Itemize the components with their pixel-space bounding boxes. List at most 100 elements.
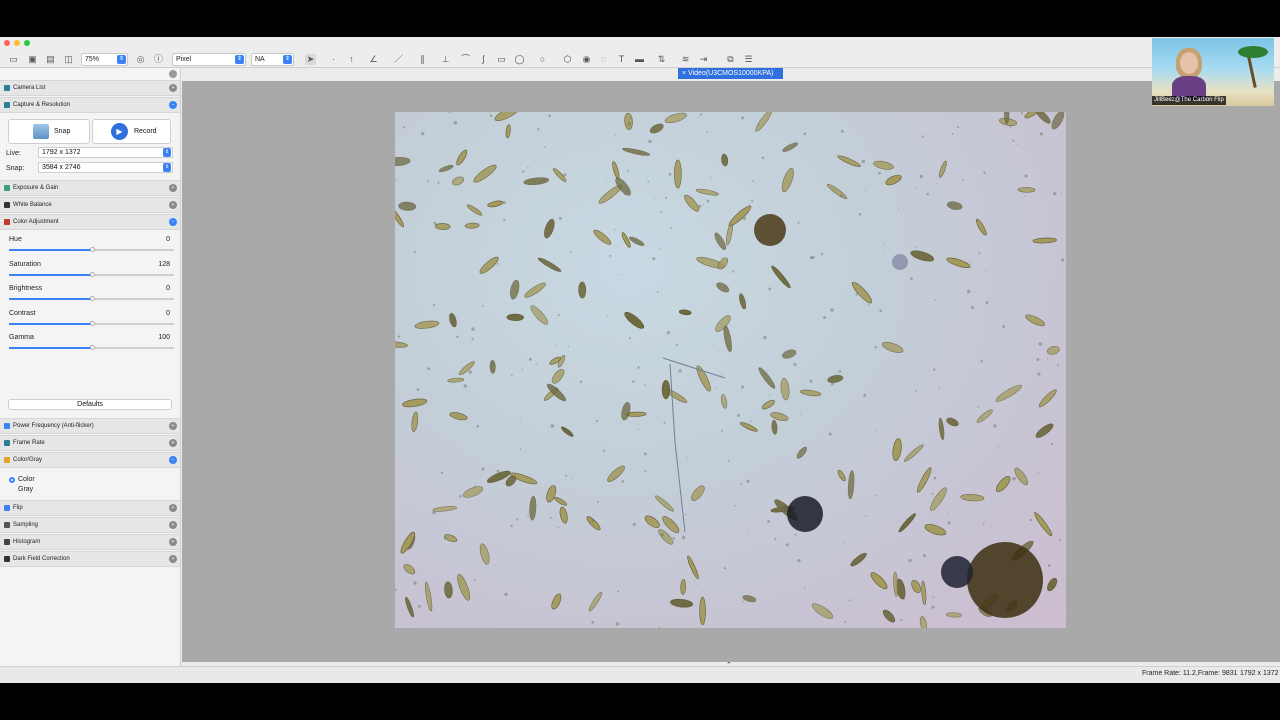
chevron-updown-icon: ⇕ xyxy=(163,163,171,172)
collapse-icon[interactable]: − xyxy=(169,456,177,464)
expand-icon[interactable]: + xyxy=(169,184,177,192)
align-icon[interactable]: ☰ xyxy=(743,54,754,65)
gray-mode-label[interactable]: Gray xyxy=(18,486,33,493)
zoom-select[interactable]: 75% ⇕ xyxy=(81,53,128,66)
close-window-icon[interactable] xyxy=(4,40,10,46)
export-icon[interactable]: ⇥ xyxy=(698,54,709,65)
tab-close-icon[interactable]: × xyxy=(682,70,686,77)
chevron-updown-icon: ⇕ xyxy=(117,55,126,64)
histogram-icon xyxy=(4,539,10,545)
ring-tool-icon[interactable]: ◌ xyxy=(598,54,609,65)
expand-icon[interactable]: + xyxy=(169,422,177,430)
snap-resolution-select[interactable]: 3584 x 2746 ⇕ xyxy=(38,162,173,173)
record-play-icon: ▶ xyxy=(111,123,128,140)
section-power-frequency-label: Power Frequency (Anti-flicker) xyxy=(13,423,94,429)
adjust-label-contrast: Contrast xyxy=(9,309,36,317)
status-bar: Frame Rate: 11.2,Frame: 9831 1792 x 1372 xyxy=(0,666,1280,683)
calibrate-tool-icon[interactable]: ⇅ xyxy=(656,54,667,65)
adjust-slider-brightness[interactable] xyxy=(9,296,174,301)
copy-icon[interactable]: ⧉ xyxy=(725,54,736,65)
curve-tool-icon[interactable]: ∫ xyxy=(478,54,489,65)
ellipse-tool-icon[interactable]: ◯ xyxy=(514,54,525,65)
color-gray-icon xyxy=(4,457,10,463)
fit-view-icon[interactable]: ◎ xyxy=(135,54,146,65)
diatom-specimen-image xyxy=(395,112,1065,628)
rectangle-tool-icon[interactable]: ▭ xyxy=(496,54,507,65)
section-color-adjustment-label: Color Adjustment xyxy=(13,219,59,225)
section-white-balance[interactable]: White Balance + xyxy=(0,197,180,213)
info-icon[interactable]: ⓘ xyxy=(153,54,164,65)
magnification-select[interactable]: NA ⇕ xyxy=(251,53,294,66)
slider-knob[interactable] xyxy=(89,296,95,301)
pointer-tool-icon[interactable]: ➤ xyxy=(305,54,316,65)
exposure-icon xyxy=(4,185,10,191)
section-sampling[interactable]: Sampling + xyxy=(0,517,180,533)
collapse-icon[interactable]: − xyxy=(169,218,177,226)
camera-list-icon xyxy=(4,85,10,91)
snap-camera-icon xyxy=(33,124,49,139)
slider-knob[interactable] xyxy=(89,247,95,252)
collapse-icon[interactable]: − xyxy=(169,101,177,109)
adjust-slider-hue[interactable] xyxy=(9,247,174,252)
target-tool-icon[interactable]: ◉ xyxy=(581,54,592,65)
polygon-tool-icon[interactable]: ⬡ xyxy=(562,54,573,65)
section-color-gray[interactable]: Color/Gray − xyxy=(0,452,180,468)
section-exposure-gain[interactable]: Exposure & Gain + xyxy=(0,180,180,196)
microscope-live-image[interactable] xyxy=(395,112,1066,628)
parallel-tool-icon[interactable]: ∥ xyxy=(417,54,428,65)
control-sidebar: Camera List + Capture & Resolution − Sna… xyxy=(0,68,181,683)
slider-knob[interactable] xyxy=(89,345,95,350)
open-folder-icon[interactable]: ▭ xyxy=(8,54,19,65)
layers-icon[interactable]: ≋ xyxy=(680,54,691,65)
section-capture-resolution[interactable]: Capture & Resolution − xyxy=(0,97,180,113)
arrow-tool-icon[interactable]: ↑ xyxy=(346,54,357,65)
defaults-button[interactable]: Defaults xyxy=(8,399,172,410)
slider-knob[interactable] xyxy=(89,271,95,277)
record-button[interactable]: ▶ Record xyxy=(92,119,171,144)
color-mode-radio[interactable] xyxy=(9,477,15,483)
minimize-window-icon[interactable] xyxy=(14,40,20,46)
section-color-adjustment[interactable]: Color Adjustment − xyxy=(0,214,180,230)
snap-resolution-value: 3584 x 2746 xyxy=(42,164,81,171)
slider-fill xyxy=(9,322,92,325)
sidebar-collapse-icon[interactable] xyxy=(169,70,177,78)
expand-icon[interactable]: + xyxy=(169,555,177,563)
zoom-window-icon[interactable] xyxy=(24,40,30,46)
save-icon[interactable]: ▣ xyxy=(27,54,38,65)
expand-icon[interactable]: + xyxy=(169,84,177,92)
section-frame-rate[interactable]: Frame Rate + xyxy=(0,435,180,451)
slider-knob[interactable] xyxy=(89,320,95,326)
save-as-icon[interactable]: ▤ xyxy=(45,54,56,65)
adjust-slider-gamma[interactable] xyxy=(9,345,174,350)
perpendicular-tool-icon[interactable]: ⊥ xyxy=(440,54,451,65)
angle-tool-icon[interactable]: ∠ xyxy=(368,54,379,65)
camera-icon[interactable]: ◫ xyxy=(63,54,74,65)
adjust-slider-contrast[interactable] xyxy=(9,320,174,326)
unit-select[interactable]: Pixel ⇕ xyxy=(172,53,246,66)
frame-rate-status: Frame Rate: 11.2,Frame: 9831 xyxy=(1142,670,1238,677)
text-tool-icon[interactable]: T xyxy=(616,54,627,65)
point-tool-icon[interactable]: · xyxy=(328,54,339,65)
scalebar-tool-icon[interactable]: ▬ xyxy=(634,54,645,65)
circle-tool-icon[interactable]: ○ xyxy=(537,54,548,65)
adjust-slider-saturation[interactable] xyxy=(9,271,174,277)
slider-fill xyxy=(9,298,92,300)
section-camera-list[interactable]: Camera List + xyxy=(0,80,180,96)
expand-icon[interactable]: + xyxy=(169,521,177,529)
resolution-status: 1792 x 1372 xyxy=(1240,670,1279,677)
expand-icon[interactable]: + xyxy=(169,538,177,546)
tab-video[interactable]: × Video(U3CMOS10000KPA) xyxy=(678,68,783,79)
expand-icon[interactable]: + xyxy=(169,504,177,512)
section-flip[interactable]: Flip + xyxy=(0,500,180,516)
section-power-frequency[interactable]: Power Frequency (Anti-flicker) + xyxy=(0,418,180,434)
expand-icon[interactable]: + xyxy=(169,201,177,209)
snap-button[interactable]: Snap xyxy=(8,119,90,144)
live-resolution-select[interactable]: 1792 x 1372 ⇕ xyxy=(38,147,173,158)
section-dark-field-correction[interactable]: Dark Field Correction + xyxy=(0,551,180,567)
image-viewer[interactable] xyxy=(182,81,1280,662)
section-histogram[interactable]: Histogram + xyxy=(0,534,180,550)
expand-icon[interactable]: + xyxy=(169,439,177,447)
line-tool-icon[interactable]: ／ xyxy=(393,54,404,65)
arc-tool-icon[interactable]: ⌒ xyxy=(460,54,471,65)
chevron-updown-icon: ⇕ xyxy=(283,55,292,64)
